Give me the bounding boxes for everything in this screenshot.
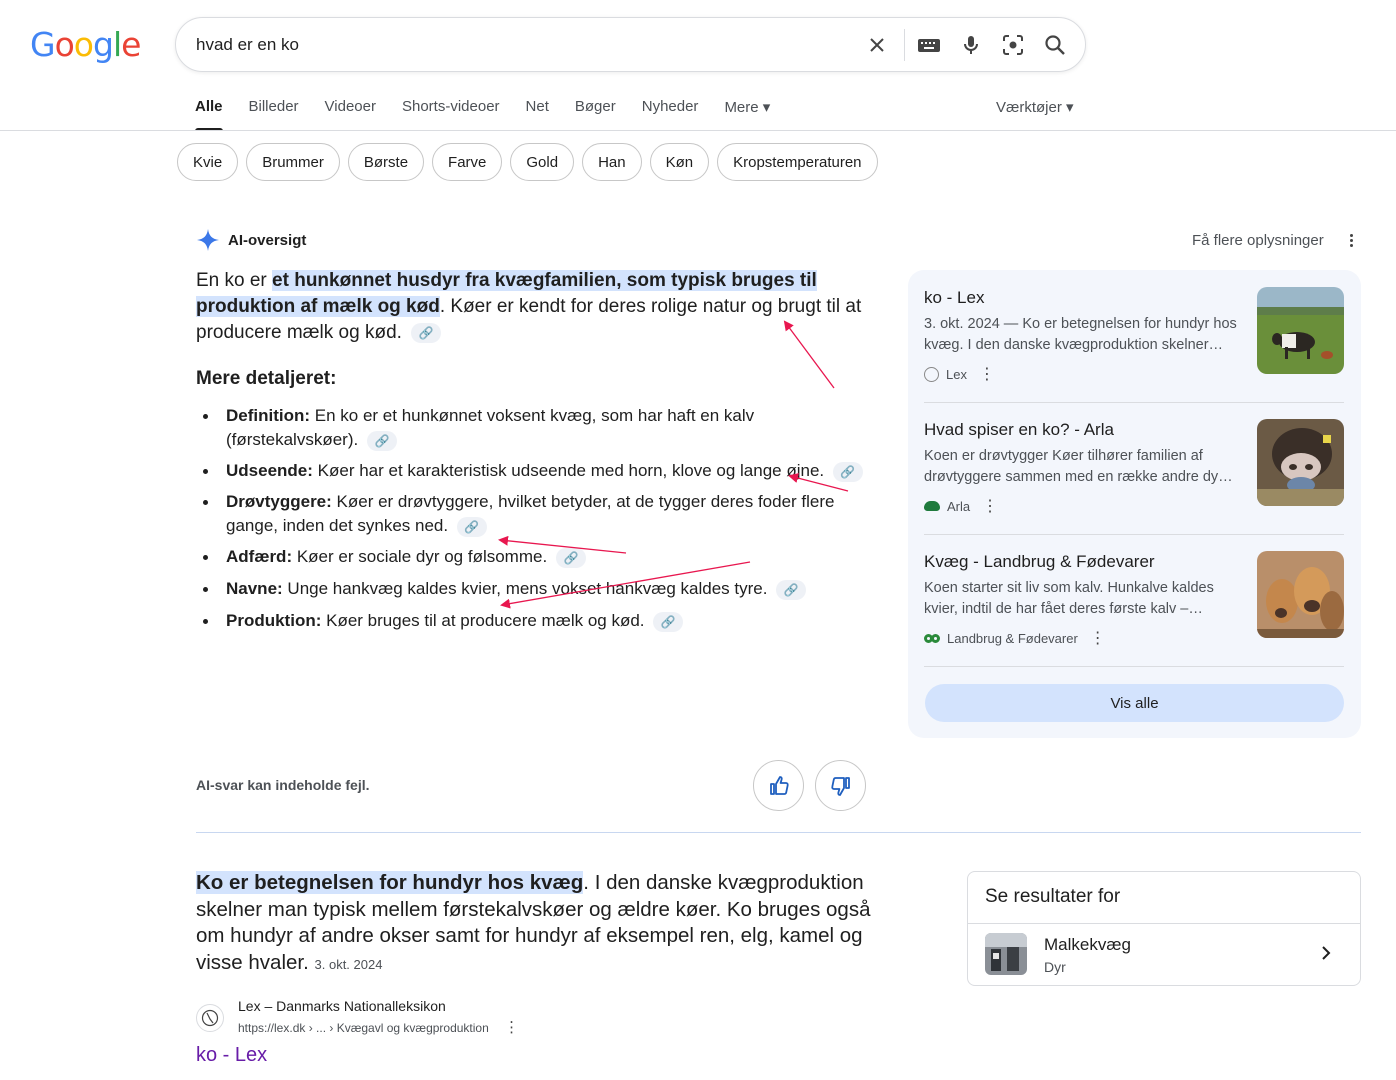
snippet-highlight: Ko er betegnelsen for hundyr hos kvæg xyxy=(196,871,584,894)
tab-alle[interactable]: Alle xyxy=(195,98,223,131)
landbrug-favicon-icon xyxy=(931,633,940,643)
chip[interactable]: Børste xyxy=(347,143,425,181)
ai-overview-summary: En ko er et hunkønnet husdyr fra kvægfam… xyxy=(196,268,886,346)
header-divider xyxy=(0,130,1396,131)
list-item: Drøvtyggere: Køer er drøvtyggere, hvilke… xyxy=(196,490,866,538)
more-options-icon[interactable] xyxy=(1344,232,1358,250)
lex-favicon-icon xyxy=(924,366,939,382)
show-all-button[interactable]: Vis alle xyxy=(925,684,1344,722)
see-results-for-panel: Se resultater for Malkekvæg Dyr xyxy=(967,871,1361,986)
search-box[interactable] xyxy=(175,17,1086,72)
search-icon[interactable] xyxy=(1040,30,1070,60)
tab-net[interactable]: Net xyxy=(526,98,549,130)
section-divider xyxy=(196,832,1361,833)
details-list: Definition: En ko er et hunkønnet voksen… xyxy=(196,404,866,633)
link-icon[interactable]: 🔗 xyxy=(456,516,487,537)
tab-boger[interactable]: Bøger xyxy=(575,98,616,130)
tab-videoer[interactable]: Videoer xyxy=(325,98,376,130)
chip[interactable]: Køn xyxy=(649,143,710,181)
source-card[interactable]: Kvæg - Landbrug & Fødevarer Koen starter… xyxy=(924,534,1344,666)
source-thumbnail[interactable] xyxy=(1257,287,1344,374)
keyboard-icon[interactable] xyxy=(914,30,944,60)
tab-mere[interactable]: Mere ▾ xyxy=(724,98,770,130)
result-title-link[interactable]: ko - Lex xyxy=(196,1044,267,1067)
list-item: Produktion: Køer bruges til at producere… xyxy=(196,609,866,633)
summary-text: En ko er xyxy=(196,270,273,291)
more-options-icon[interactable]: ⋮ xyxy=(504,1019,519,1036)
link-icon[interactable]: 🔗 xyxy=(555,547,586,568)
list-item: Adfærd: Køer er sociale dyr og følsomme.… xyxy=(196,545,866,569)
source-thumbnail[interactable] xyxy=(1257,551,1344,638)
tab-nyheder[interactable]: Nyheder xyxy=(642,98,699,130)
chip[interactable]: Kropstemperaturen xyxy=(717,143,878,181)
list-item: Definition: En ko er et hunkønnet voksen… xyxy=(196,404,866,452)
refinement-chips: Kvie Brummer Børste Farve Gold Han Køn K… xyxy=(177,143,886,181)
chip[interactable]: Farve xyxy=(432,143,503,181)
microphone-icon[interactable] xyxy=(956,30,986,60)
details-title: Mere detaljeret: xyxy=(196,368,337,389)
chip[interactable]: Han xyxy=(582,143,642,181)
result-site-name: Lex – Danmarks Nationalleksikon xyxy=(238,998,446,1014)
snippet-date: 3. okt. 2024 xyxy=(314,956,383,972)
source-thumbnail[interactable] xyxy=(1257,419,1344,506)
arla-favicon-icon xyxy=(924,501,940,511)
more-options-icon[interactable]: ⋮ xyxy=(982,496,998,516)
ai-sources-panel: ko - Lex 3. okt. 2024 — Ko er betegnelse… xyxy=(908,270,1361,738)
chevron-right-icon xyxy=(1320,944,1332,967)
result-source[interactable]: Lex – Danmarks Nationalleksikon https://… xyxy=(196,998,519,1036)
link-icon[interactable]: 🔗 xyxy=(411,322,442,343)
gemini-sparkle-icon xyxy=(197,229,219,251)
chip[interactable]: Kvie xyxy=(177,143,239,181)
link-icon[interactable]: 🔗 xyxy=(776,579,807,600)
search-input[interactable] xyxy=(196,32,836,58)
thumbs-down-button[interactable] xyxy=(815,760,866,811)
entity-thumbnail xyxy=(985,933,1027,975)
see-results-title: Se resultater for xyxy=(985,886,1121,907)
list-item: Udseende: Køer har et karakteristisk uds… xyxy=(196,459,866,483)
source-card[interactable]: ko - Lex 3. okt. 2024 — Ko er betegnelse… xyxy=(924,270,1344,402)
ai-overview-label: AI-oversigt xyxy=(228,231,307,249)
ai-overview-header: AI-oversigt xyxy=(196,228,306,252)
featured-snippet: Ko er betegnelsen for hundyr hos kvæg. I… xyxy=(196,870,896,978)
ai-disclaimer: AI-svar kan indeholde fejl. xyxy=(196,777,370,793)
lex-favicon-icon xyxy=(196,1004,224,1032)
entity-type: Dyr xyxy=(1044,959,1066,975)
list-item: Navne: Unge hankvæg kaldes kvier, mens v… xyxy=(196,577,866,601)
source-snippet: Koen starter sit liv som kalv. Hunkalve … xyxy=(924,580,1214,617)
source-divider xyxy=(924,666,1344,667)
link-icon[interactable]: 🔗 xyxy=(832,461,863,482)
google-logo[interactable]: Google xyxy=(30,25,141,64)
chip[interactable]: Brummer xyxy=(246,143,340,181)
more-options-icon[interactable]: ⋮ xyxy=(1090,628,1106,648)
link-icon[interactable]: 🔗 xyxy=(653,611,684,632)
search-tabs: Alle Billeder Videoer Shorts-videoer Net… xyxy=(195,98,796,131)
source-snippet: Koen er drøvtygger Køer tilhører familie… xyxy=(924,448,1233,485)
thumbs-down-icon xyxy=(830,776,850,796)
thumbs-up-icon xyxy=(769,775,789,795)
source-snippet: 3. okt. 2024 — Ko er betegnelsen for hun… xyxy=(924,316,1237,353)
see-results-item[interactable]: Malkekvæg Dyr xyxy=(968,924,1360,986)
chip[interactable]: Gold xyxy=(510,143,575,181)
source-card[interactable]: Hvad spiser en ko? - Arla Koen er drøvty… xyxy=(924,402,1344,534)
tools-button[interactable]: Værktøjer ▾ xyxy=(996,98,1074,116)
search-divider xyxy=(904,29,905,61)
more-info-link[interactable]: Få flere oplysninger xyxy=(1192,232,1324,249)
tab-billeder[interactable]: Billeder xyxy=(249,98,299,130)
lens-icon[interactable] xyxy=(998,30,1028,60)
more-options-icon[interactable]: ⋮ xyxy=(979,364,995,384)
entity-name: Malkekvæg xyxy=(1044,935,1131,954)
link-icon[interactable]: 🔗 xyxy=(366,430,397,451)
thumbs-up-button[interactable] xyxy=(753,760,804,811)
close-icon[interactable] xyxy=(862,30,892,60)
result-url: https://lex.dk › ... › Kvægavl og kvægpr… xyxy=(238,1019,520,1036)
tab-shorts-videoer[interactable]: Shorts-videoer xyxy=(402,98,500,130)
